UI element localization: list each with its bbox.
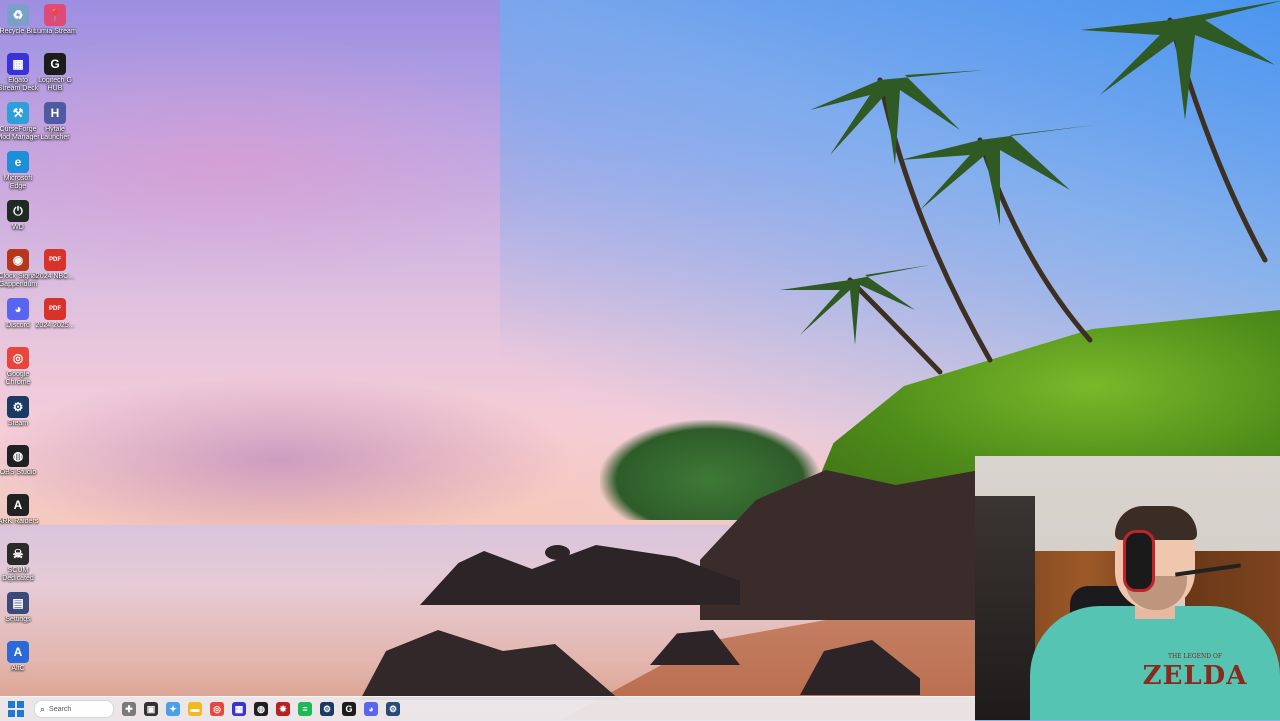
steam-icon: ⚙ [7, 396, 29, 418]
chrome-icon: ◎ [7, 347, 29, 369]
desktop-shortcut[interactable]: A ARK Raiders [0, 494, 40, 526]
desktop-shortcut[interactable]: PDF 2024 2025... [33, 298, 77, 330]
desktop-shortcut-label: 2024 NBC... [35, 273, 75, 280]
start-button[interactable] [8, 701, 24, 717]
pdf-icon: PDF [44, 249, 66, 271]
stream-deck-icon[interactable]: ▦ [232, 702, 246, 716]
desktop-shortcut[interactable]: ☠ SCUM Dedicated Server [0, 543, 40, 583]
taskbar-pinned-apps: ✚ ▣ ✦ ▬ ◎ ▦ ◍ ✸ ≡ ⚙ G ◕ ⚙ [114, 702, 400, 716]
desktop-shortcut[interactable]: e Microsoft Edge [0, 151, 40, 191]
clock-signal-icon: ◉ [7, 249, 29, 271]
lumia-stream-icon: 📍 [44, 4, 66, 26]
stream-deck-icon: ▦ [7, 53, 29, 75]
desktop-shortcut-label: Google Chrome [5, 371, 31, 386]
webcam-shelf [975, 496, 1035, 720]
power-icon: ⏻ [7, 200, 29, 222]
desktop-shortcut[interactable]: ◍ OBS Studio [0, 445, 40, 477]
discord-icon: ◕ [7, 298, 29, 320]
edge-icon: e [7, 151, 29, 173]
desktop-shortcut-label: Microsoft Edge [3, 175, 33, 190]
search-placeholder: Search [49, 705, 72, 713]
widgets-icon[interactable]: ✚ [122, 702, 136, 716]
copilot-icon[interactable]: ✦ [166, 702, 180, 716]
desktop-shortcut-label: SCUM Dedicated Server [2, 567, 34, 582]
logitech-ghub-icon: G [44, 53, 66, 75]
alt-app-icon: A [7, 641, 29, 663]
scum-icon: ☠ [7, 543, 29, 565]
hytale-icon: H [44, 102, 66, 124]
desktop-shortcut-label: Hytale Launcher [40, 126, 70, 141]
pdf-icon: PDF [44, 298, 66, 320]
desktop-shortcut-label: OBS Studio [0, 469, 37, 476]
desktop-shortcut-label: 2024 2025... [35, 322, 75, 329]
settings-app-icon: ▤ [7, 592, 29, 614]
desktop-shortcut-label: Lumia Stream [33, 28, 77, 35]
chrome-icon[interactable]: ◎ [210, 702, 224, 716]
desktop-shortcut[interactable]: ◎ Google Chrome [0, 347, 40, 387]
desktop-shortcut[interactable]: 📍 Lumia Stream [33, 4, 77, 36]
search-icon: ⌕ [40, 703, 46, 714]
desktop-shortcut[interactable]: ⚙ Steam [0, 396, 40, 428]
webcam-overlay: THE LEGEND OF ZELDA [975, 456, 1280, 720]
obs-icon[interactable]: ◍ [254, 702, 268, 716]
desktop-shortcut-label: AltC [11, 665, 25, 672]
file-explorer-icon[interactable]: ▬ [188, 702, 202, 716]
shirt-title: ZELDA [1142, 661, 1248, 691]
curseforge-icon: ⚒ [7, 102, 29, 124]
recycle-bin-icon: ♻ [7, 4, 29, 26]
desktop-shortcut-label: Settings [5, 616, 31, 623]
taskbar-search[interactable]: ⌕ Search [34, 700, 114, 718]
desktop-shortcut[interactable]: G Logitech G HUB [33, 53, 77, 93]
arc-raiders-icon: A [7, 494, 29, 516]
desktop-shortcut[interactable]: PDF 2024 NBC... [33, 249, 77, 281]
desktop-shortcut-label: WD [12, 224, 24, 231]
taskbar: ⌕ Search ✚ ▣ ✦ ▬ ◎ ▦ ◍ ✸ ≡ ⚙ G ◕ ⚙ [0, 696, 975, 721]
steam-icon[interactable]: ⚙ [320, 702, 334, 716]
webcam-headset [1123, 530, 1155, 592]
wallpaper-rock [545, 545, 570, 560]
logitech-ghub-icon[interactable]: G [342, 702, 356, 716]
wallpaper-palm-trees [780, 0, 1280, 375]
desktop-shortcut-label: Logitech G HUB [38, 77, 72, 92]
shirt-subtitle: THE LEGEND OF [1167, 653, 1223, 660]
scum-icon[interactable]: ✸ [276, 702, 290, 716]
desktop-shortcut[interactable]: H Hytale Launcher [33, 102, 77, 142]
obs-icon: ◍ [7, 445, 29, 467]
desktop-shortcut-label: ARK Raiders [0, 518, 39, 525]
desktop-shortcut-label: Steam [7, 420, 29, 427]
desktop-shortcut[interactable]: ▤ Settings [0, 592, 40, 624]
spotify-icon[interactable]: ≡ [298, 702, 312, 716]
discord-icon[interactable]: ◕ [364, 702, 378, 716]
desktop-shortcut[interactable]: ⏻ WD [0, 200, 40, 232]
windows-logo-icon [8, 701, 15, 708]
steam-icon[interactable]: ⚙ [386, 702, 400, 716]
desktop-shortcut[interactable]: A AltC [0, 641, 40, 673]
task-view-icon[interactable]: ▣ [144, 702, 158, 716]
